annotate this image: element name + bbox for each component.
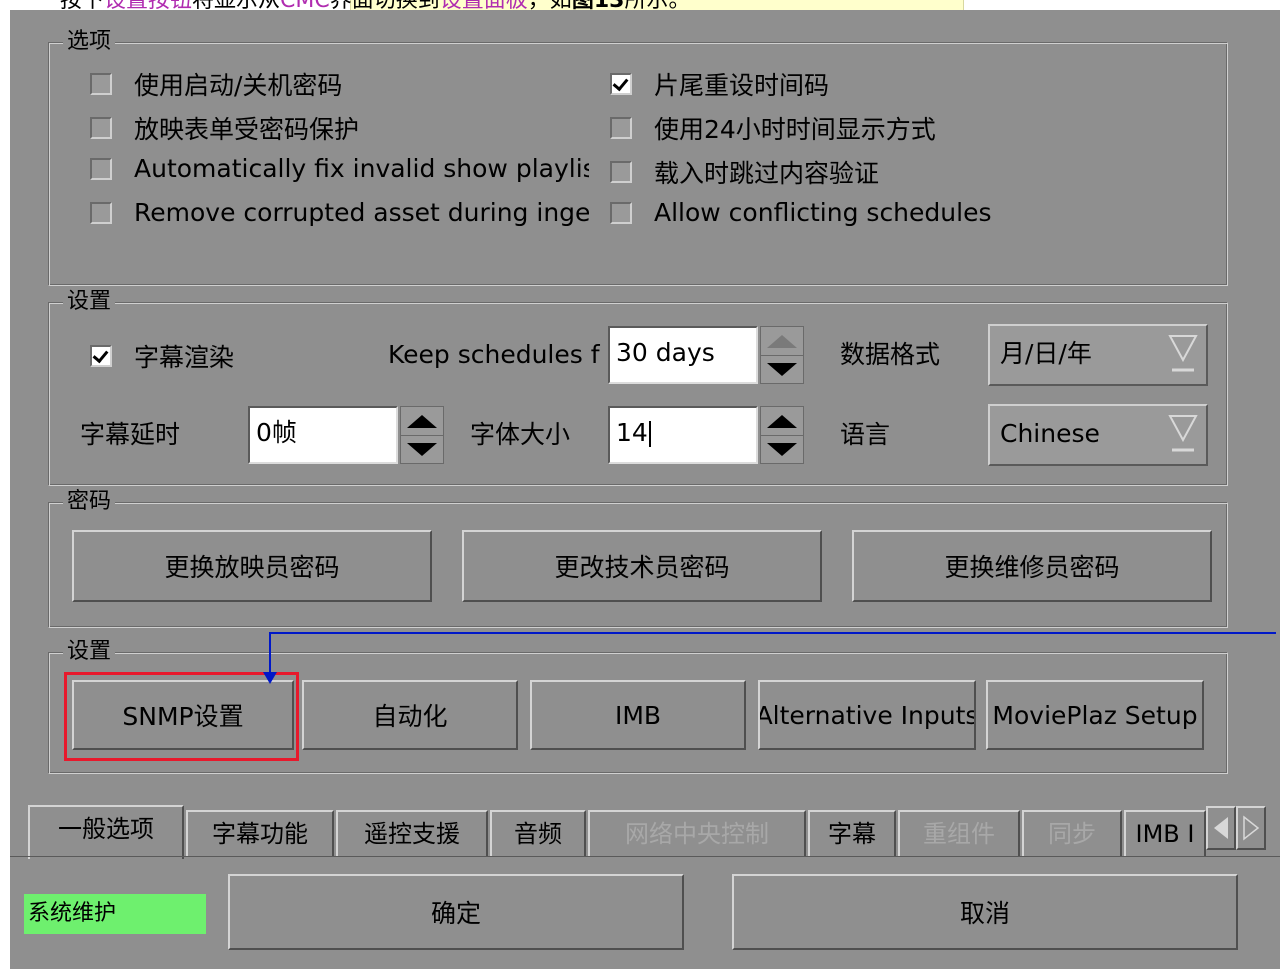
arrow-up-icon xyxy=(767,334,797,348)
option-allow-conflicting[interactable]: Allow conflicting schedules xyxy=(610,198,991,227)
annotation-highlight-box xyxy=(64,672,299,761)
option-subtitle-render[interactable]: 字幕渲染 xyxy=(90,338,234,374)
settings-group-title: 设置 xyxy=(63,287,116,317)
option-label: 字幕渲染 xyxy=(134,343,235,372)
font-size-value: 14 xyxy=(616,418,648,447)
increment-button[interactable] xyxy=(761,327,803,356)
imb-button[interactable]: IMB xyxy=(530,680,746,750)
arrow-right-icon xyxy=(1243,815,1260,841)
option-remove-corrupted-asset[interactable]: Remove corrupted asset during inge xyxy=(90,198,589,227)
option-label: 使用24小时时间显示方式 xyxy=(654,115,936,144)
option-label: Allow conflicting schedules xyxy=(654,198,992,227)
option-label: 载入时跳过内容验证 xyxy=(654,159,880,188)
language-label: 语言 xyxy=(840,420,891,449)
tab-subtitle-function[interactable]: 字幕功能 xyxy=(186,810,334,856)
language-select[interactable]: Chinese xyxy=(988,404,1208,466)
status-badge: 系统维护 xyxy=(24,894,206,934)
decrement-button[interactable] xyxy=(761,355,803,383)
checkbox-checked[interactable] xyxy=(610,73,632,95)
checkbox[interactable] xyxy=(90,117,112,139)
decrement-button[interactable] xyxy=(401,435,443,463)
change-projectionist-password-button[interactable]: 更换放映员密码 xyxy=(72,530,432,602)
arrow-down-icon xyxy=(407,442,437,456)
option-label: Automatically fix invalid show playlis xyxy=(134,154,589,183)
change-maintenance-password-button[interactable]: 更换维修员密码 xyxy=(852,530,1212,602)
keep-schedules-label: Keep schedules f xyxy=(388,340,600,369)
tab-sync: 同步 xyxy=(1022,810,1122,856)
date-format-value: 月/日/年 xyxy=(1000,339,1092,368)
alternative-inputs-button[interactable]: Alternative Inputs xyxy=(758,680,976,750)
text-caret xyxy=(648,421,651,447)
checkbox[interactable] xyxy=(610,161,632,183)
option-label: 片尾重设时间码 xyxy=(654,71,830,100)
arrow-up-icon xyxy=(407,414,437,428)
checkbox[interactable] xyxy=(90,157,112,180)
option-startup-password[interactable]: 使用启动/关机密码 xyxy=(90,66,342,102)
subtitle-delay-label: 字幕延时 xyxy=(80,420,181,449)
divider xyxy=(10,856,1280,857)
tab-remote-support[interactable]: 遥控支援 xyxy=(336,810,488,856)
option-playlist-password[interactable]: 放映表单受密码保护 xyxy=(90,110,359,146)
tab-audio[interactable]: 音频 xyxy=(490,810,586,856)
increment-button[interactable] xyxy=(761,407,803,436)
decrement-button[interactable] xyxy=(761,435,803,463)
keep-schedules-input[interactable]: 30 days xyxy=(608,326,758,384)
option-skip-validation[interactable]: 载入时跳过内容验证 xyxy=(610,154,879,190)
arrow-down-icon xyxy=(767,362,797,376)
option-auto-fix-playlist[interactable]: Automatically fix invalid show playlis xyxy=(90,154,589,183)
checkbox[interactable] xyxy=(610,117,632,139)
change-technician-password-button[interactable]: 更改技术员密码 xyxy=(462,530,822,602)
checkbox[interactable] xyxy=(90,73,112,95)
subtitle-delay-stepper[interactable] xyxy=(400,406,444,464)
arrow-left-icon xyxy=(1214,817,1228,839)
subtitle-delay-input[interactable]: 0帧 xyxy=(248,406,398,464)
font-size-label: 字体大小 xyxy=(470,420,571,449)
arrow-up-icon xyxy=(767,414,797,428)
dropdown-arrow-icon xyxy=(1168,335,1198,372)
checkbox[interactable] xyxy=(610,201,632,224)
ok-button[interactable]: 确定 xyxy=(228,874,684,950)
automation-button[interactable]: 自动化 xyxy=(302,680,518,750)
tab-imb[interactable]: IMB I xyxy=(1124,810,1206,856)
arrow-down-icon xyxy=(767,442,797,456)
font-size-input[interactable]: 14 xyxy=(608,406,758,464)
option-label: Remove corrupted asset during inge xyxy=(134,198,589,227)
keep-schedules-stepper[interactable] xyxy=(760,326,804,384)
cancel-button[interactable]: 取消 xyxy=(732,874,1238,950)
option-label: 放映表单受密码保护 xyxy=(134,115,360,144)
checkbox[interactable] xyxy=(90,201,112,224)
option-label: 使用启动/关机密码 xyxy=(134,71,343,100)
font-size-stepper[interactable] xyxy=(760,406,804,464)
options-group-title: 选项 xyxy=(63,27,116,57)
settings-panel: 选项 使用启动/关机密码 放映表单受密码保护 Automatically fix… xyxy=(10,10,1280,969)
dropdown-arrow-icon xyxy=(1168,415,1198,452)
movieplaz-setup-button[interactable]: MoviePlaz Setup xyxy=(986,680,1204,750)
tab-subtitles[interactable]: 字幕 xyxy=(808,810,896,856)
language-value: Chinese xyxy=(1000,419,1100,448)
tab-components: 重组件 xyxy=(898,810,1020,856)
date-format-label: 数据格式 xyxy=(840,340,941,369)
tab-scroll-right-button[interactable] xyxy=(1236,806,1266,850)
increment-button[interactable] xyxy=(401,407,443,436)
date-format-select[interactable]: 月/日/年 xyxy=(988,324,1208,386)
setup-group-title: 设置 xyxy=(63,637,116,667)
tab-general-options[interactable]: 一般选项 xyxy=(28,805,184,859)
option-24h-time[interactable]: 使用24小时时间显示方式 xyxy=(610,110,936,146)
tab-network-central-control: 网络中央控制 xyxy=(588,810,806,856)
tab-scroll-left-button[interactable] xyxy=(1206,806,1236,850)
option-reset-timecode[interactable]: 片尾重设时间码 xyxy=(610,66,829,102)
password-group-title: 密码 xyxy=(63,487,116,517)
checkbox-checked[interactable] xyxy=(90,345,112,367)
